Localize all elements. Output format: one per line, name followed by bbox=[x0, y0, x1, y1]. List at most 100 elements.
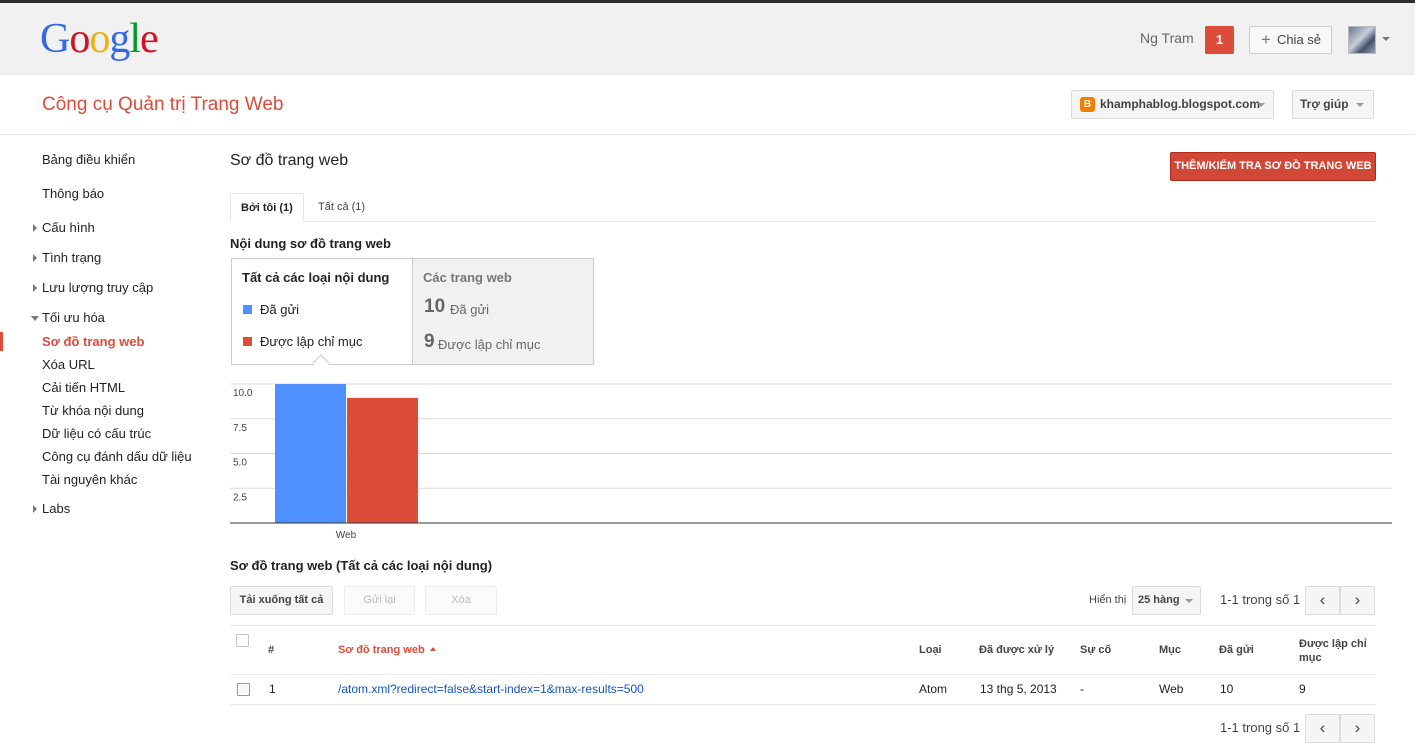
sidebar-item-label: Tối ưu hóa bbox=[42, 310, 105, 325]
row-checkbox[interactable] bbox=[237, 683, 250, 696]
sidebar-item-structured-data[interactable]: Dữ liệu có cấu trúc bbox=[42, 426, 151, 441]
chevron-left-icon: ‹ bbox=[1319, 718, 1326, 737]
blogger-icon: B bbox=[1080, 97, 1095, 112]
share-label: Chia sẻ bbox=[1276, 32, 1322, 47]
table-section-title: Sơ đồ trang web (Tất cả các loại nội dun… bbox=[230, 558, 493, 573]
active-indicator bbox=[0, 332, 3, 351]
legend-heading: Các trang web bbox=[423, 270, 512, 285]
plus-icon: + bbox=[1261, 30, 1271, 49]
column-header-processed[interactable]: Đã được xử lý bbox=[979, 644, 1054, 656]
chevron-right-icon: › bbox=[1354, 718, 1361, 737]
resubmit-button[interactable]: Gửi lại bbox=[344, 586, 415, 615]
chevron-right-icon bbox=[33, 254, 37, 262]
submitted-count-label: Đã gửi bbox=[450, 302, 490, 317]
sidebar-item-label: Cấu hình bbox=[42, 220, 95, 235]
y-tick-label: 7.5 bbox=[233, 423, 247, 434]
row-processed-date: 13 thg 5, 2013 bbox=[980, 682, 1057, 696]
select-all-checkbox[interactable] bbox=[236, 634, 249, 647]
notification-count-badge[interactable]: 1 bbox=[1205, 26, 1234, 54]
row-issues: - bbox=[1080, 682, 1084, 696]
y-tick-label: 10.0 bbox=[233, 388, 253, 399]
row-number: 1 bbox=[269, 682, 276, 696]
chevron-down-icon bbox=[1356, 103, 1364, 107]
google-logo[interactable]: Google bbox=[40, 15, 159, 63]
sidebar-item-labs[interactable]: Labs bbox=[33, 501, 70, 516]
sidebar-item-sitemaps[interactable]: Sơ đồ trang web bbox=[42, 334, 144, 349]
column-header-submitted[interactable]: Đã gửi bbox=[1219, 644, 1254, 656]
download-all-button[interactable]: Tải xuống tất cả bbox=[230, 586, 333, 615]
table-top-border bbox=[230, 625, 1376, 626]
logo-letter: G bbox=[40, 16, 70, 62]
logo-letter: o bbox=[69, 16, 90, 62]
column-header-indexed[interactable]: Được lập chỉ mục bbox=[1299, 637, 1374, 665]
avatar[interactable] bbox=[1348, 26, 1376, 54]
sidebar-item-other-resources[interactable]: Tài nguyên khác bbox=[42, 472, 137, 487]
x-tick-label: Web bbox=[336, 530, 357, 541]
chart-legend: Tất cả các loại nội dung Đã gửi Được lập… bbox=[231, 258, 594, 372]
site-selector[interactable]: B khamphablog.blogspot.com bbox=[1071, 90, 1274, 119]
sidebar-item-health[interactable]: Tình trạng bbox=[33, 250, 101, 265]
page-title: Sơ đồ trang web bbox=[230, 152, 349, 169]
chevron-right-icon bbox=[33, 284, 37, 292]
chevron-down-icon bbox=[1185, 599, 1193, 603]
column-header-issues[interactable]: Sự cố bbox=[1080, 644, 1111, 656]
row-items: Web bbox=[1159, 682, 1184, 696]
legend-heading: Tất cả các loại nội dung bbox=[242, 270, 390, 285]
row-indexed: 9 bbox=[1299, 682, 1306, 696]
tab-all[interactable]: Tất cả (1) bbox=[308, 193, 375, 222]
table-bottom-border bbox=[230, 704, 1376, 705]
sidebar-item-data-highlighter[interactable]: Công cụ đánh dấu dữ liệu bbox=[42, 449, 192, 464]
bar-indexed bbox=[347, 397, 418, 523]
previous-page-button-bottom[interactable]: ‹ bbox=[1305, 714, 1340, 743]
content-section-title: Nội dung sơ đồ trang web bbox=[230, 236, 391, 251]
y-tick-label: 2.5 bbox=[233, 492, 247, 503]
sitemap-link[interactable]: /atom.xml?redirect=false&start-index=1&m… bbox=[338, 682, 644, 696]
user-name[interactable]: Ng Tram bbox=[1140, 30, 1194, 46]
column-header-number: # bbox=[268, 644, 275, 656]
sidebar-item-dashboard[interactable]: Bảng điều khiển bbox=[42, 152, 135, 167]
sidebar-item-html-improvements[interactable]: Cải tiến HTML bbox=[42, 380, 125, 395]
column-header-sitemap[interactable]: Sơ đồ trang web bbox=[338, 644, 436, 656]
site-selector-value: khamphablog.blogspot.com bbox=[1100, 97, 1261, 111]
chevron-down-icon bbox=[1257, 103, 1265, 107]
chevron-right-icon bbox=[33, 224, 37, 232]
sidebar-item-content-keywords[interactable]: Từ khóa nội dung bbox=[42, 403, 144, 418]
chevron-down-icon bbox=[31, 316, 39, 321]
show-label: Hiển thị bbox=[1089, 594, 1127, 606]
row-type: Atom bbox=[919, 682, 948, 696]
app-title[interactable]: Công cụ Quản trị Trang Web bbox=[42, 94, 284, 116]
indexed-count: 9 bbox=[424, 331, 435, 352]
chevron-right-icon: › bbox=[1354, 590, 1361, 609]
tab-by-me[interactable]: Bởi tôi (1) bbox=[230, 193, 304, 222]
next-page-button-bottom[interactable]: › bbox=[1340, 714, 1375, 743]
sidebar-item-messages[interactable]: Thông báo bbox=[42, 186, 104, 201]
sidebar-item-remove-urls[interactable]: Xóa URL bbox=[42, 357, 95, 372]
sort-ascending-icon bbox=[429, 647, 436, 651]
next-page-button[interactable]: › bbox=[1340, 586, 1375, 615]
add-test-sitemap-button[interactable]: THÊM/KIỂM TRA SƠ ĐỒ TRANG WEB bbox=[1170, 152, 1376, 181]
y-tick-label: 5.0 bbox=[233, 458, 247, 469]
pagination-range: 1-1 trong số 1 bbox=[1220, 592, 1301, 607]
share-button[interactable]: + Chia sẻ bbox=[1249, 26, 1332, 54]
help-button[interactable]: Trợ giúp bbox=[1292, 90, 1374, 119]
column-header-label: Sơ đồ trang web bbox=[338, 644, 425, 656]
legend-swatch-indexed bbox=[243, 337, 252, 346]
legend-label-submitted: Đã gửi bbox=[260, 302, 300, 317]
sidebar-item-traffic[interactable]: Lưu lượng truy cập bbox=[33, 280, 154, 295]
sidebar-item-optimization[interactable]: Tối ưu hóa bbox=[31, 310, 105, 325]
column-header-items[interactable]: Mục bbox=[1159, 644, 1181, 656]
legend-web-pages[interactable]: Các trang web 10 Đã gửi 9 Được lập chỉ m… bbox=[413, 259, 593, 364]
previous-page-button[interactable]: ‹ bbox=[1305, 586, 1340, 615]
chevron-down-icon[interactable] bbox=[1382, 37, 1390, 41]
legend-all-types[interactable]: Tất cả các loại nội dung Đã gửi Được lập… bbox=[232, 259, 413, 364]
rows-per-page-select[interactable]: 25 hàng bbox=[1132, 586, 1201, 615]
logo-letter: e bbox=[140, 16, 159, 62]
sidebar-item-configuration[interactable]: Cấu hình bbox=[33, 220, 95, 235]
google-top-bar: Google Ng Tram 1 + Chia sẻ bbox=[0, 0, 1415, 75]
column-header-type[interactable]: Loại bbox=[919, 644, 942, 656]
sidebar-item-label: Lưu lượng truy cập bbox=[42, 280, 154, 295]
logo-letter: l bbox=[129, 16, 141, 62]
bar-submitted bbox=[275, 384, 346, 523]
row-submitted: 10 bbox=[1220, 682, 1234, 696]
delete-button[interactable]: Xóa bbox=[425, 586, 497, 615]
